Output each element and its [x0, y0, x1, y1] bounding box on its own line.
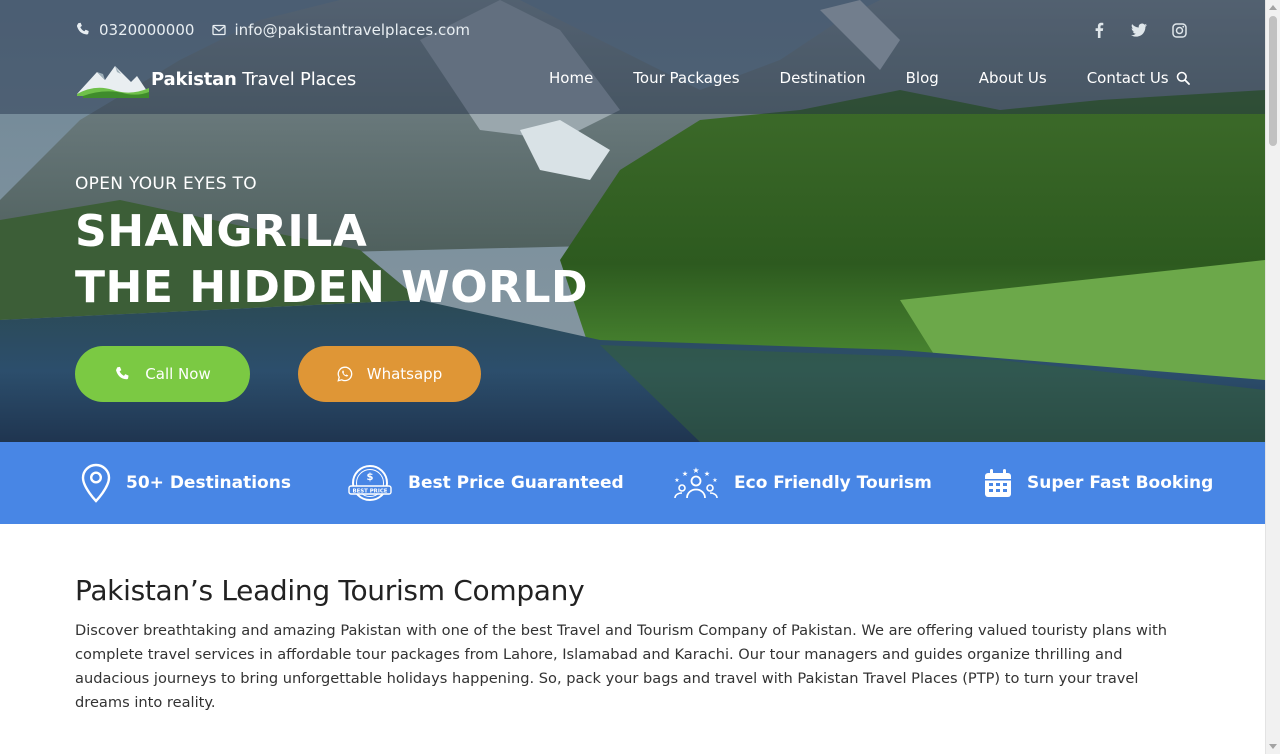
call-now-button[interactable]: Call Now — [75, 346, 250, 402]
nav-destination[interactable]: Destination — [780, 69, 866, 87]
calendar-icon — [983, 467, 1013, 499]
hero-title-line1: SHANGRILA — [75, 206, 368, 257]
scroll-up-arrow[interactable] — [1269, 5, 1277, 10]
call-now-label: Call Now — [145, 365, 211, 383]
nav-contact-us[interactable]: Contact Us — [1087, 69, 1169, 87]
phone-contact[interactable]: 0320000000 — [75, 21, 194, 39]
phone-number: 0320000000 — [99, 21, 195, 39]
nav-blog[interactable]: Blog — [906, 69, 939, 87]
twitter-icon[interactable] — [1131, 22, 1147, 38]
about-heading: Pakistan’s Leading Tourism Company — [75, 574, 585, 607]
svg-text:★: ★ — [704, 470, 710, 478]
feature-label: Best Price Guaranteed — [408, 473, 624, 493]
phone-icon — [76, 22, 89, 35]
feature-label: Eco Friendly Tourism — [734, 473, 932, 493]
nav-home[interactable]: Home — [549, 69, 593, 87]
logo-text-light: Travel Places — [236, 68, 357, 90]
mountain-logo-icon — [77, 66, 149, 98]
page: 0320000000 info@pakistantravelplaces.com — [0, 0, 1280, 754]
feature-label: Super Fast Booking — [1027, 473, 1214, 493]
feature-best-price: $ BEST PRICE Best Price Guaranteed — [346, 442, 624, 524]
top-contact-bar: 0320000000 info@pakistantravelplaces.com — [75, 19, 1187, 41]
svg-text:★: ★ — [712, 477, 717, 484]
page-scrollbar[interactable] — [1265, 0, 1280, 754]
site-logo[interactable]: Pakistan Travel Places — [75, 60, 356, 98]
best-price-badge-icon: $ BEST PRICE — [346, 463, 394, 503]
main-nav: Home Tour Packages Destination Blog Abou… — [549, 69, 1169, 87]
logo-text: Pakistan Travel Places — [151, 69, 356, 90]
svg-text:★: ★ — [682, 470, 688, 478]
features-bar: 50+ Destinations $ BEST PRICE Best Price … — [0, 442, 1265, 524]
scrollbar-thumb[interactable] — [1269, 16, 1277, 146]
hero-title-line2: THE HIDDEN WORLD — [75, 262, 589, 313]
nav-tour-packages[interactable]: Tour Packages — [633, 69, 739, 87]
hero-banner: 0320000000 info@pakistantravelplaces.com — [0, 0, 1265, 442]
svg-text:BEST PRICE: BEST PRICE — [353, 489, 388, 495]
about-section: Pakistan’s Leading Tourism Company Disco… — [75, 574, 1195, 715]
social-links — [1091, 22, 1187, 38]
logo-text-bold: Pakistan — [151, 68, 237, 90]
people-stars-icon: ★ ★ ★ ★ ★ — [672, 466, 720, 500]
facebook-icon[interactable] — [1091, 22, 1107, 38]
about-paragraph: Discover breathtaking and amazing Pakist… — [75, 622, 1168, 711]
svg-text:★: ★ — [674, 477, 679, 484]
whatsapp-icon — [337, 366, 353, 382]
feature-label: 50+ Destinations — [126, 473, 291, 493]
whatsapp-label: Whatsapp — [366, 365, 443, 383]
email-address: info@pakistantravelplaces.com — [234, 21, 471, 39]
svg-text:$: $ — [367, 472, 374, 483]
mail-icon — [212, 24, 227, 36]
search-icon[interactable] — [1176, 70, 1190, 89]
instagram-icon[interactable] — [1171, 22, 1187, 38]
email-contact[interactable]: info@pakistantravelplaces.com — [212, 21, 470, 39]
whatsapp-button[interactable]: Whatsapp — [298, 346, 481, 402]
feature-eco-friendly: ★ ★ ★ ★ ★ Eco Friendly Tourism — [672, 442, 932, 524]
hero-tagline: OPEN YOUR EYES TO — [75, 174, 257, 194]
svg-text:★: ★ — [692, 466, 699, 475]
scroll-down-arrow[interactable] — [1269, 744, 1277, 749]
feature-fast-booking: Super Fast Booking — [983, 442, 1213, 524]
nav-about-us[interactable]: About Us — [979, 69, 1047, 87]
feature-destinations: 50+ Destinations — [80, 442, 291, 524]
map-pin-icon — [80, 463, 112, 503]
phone-icon — [116, 366, 129, 379]
